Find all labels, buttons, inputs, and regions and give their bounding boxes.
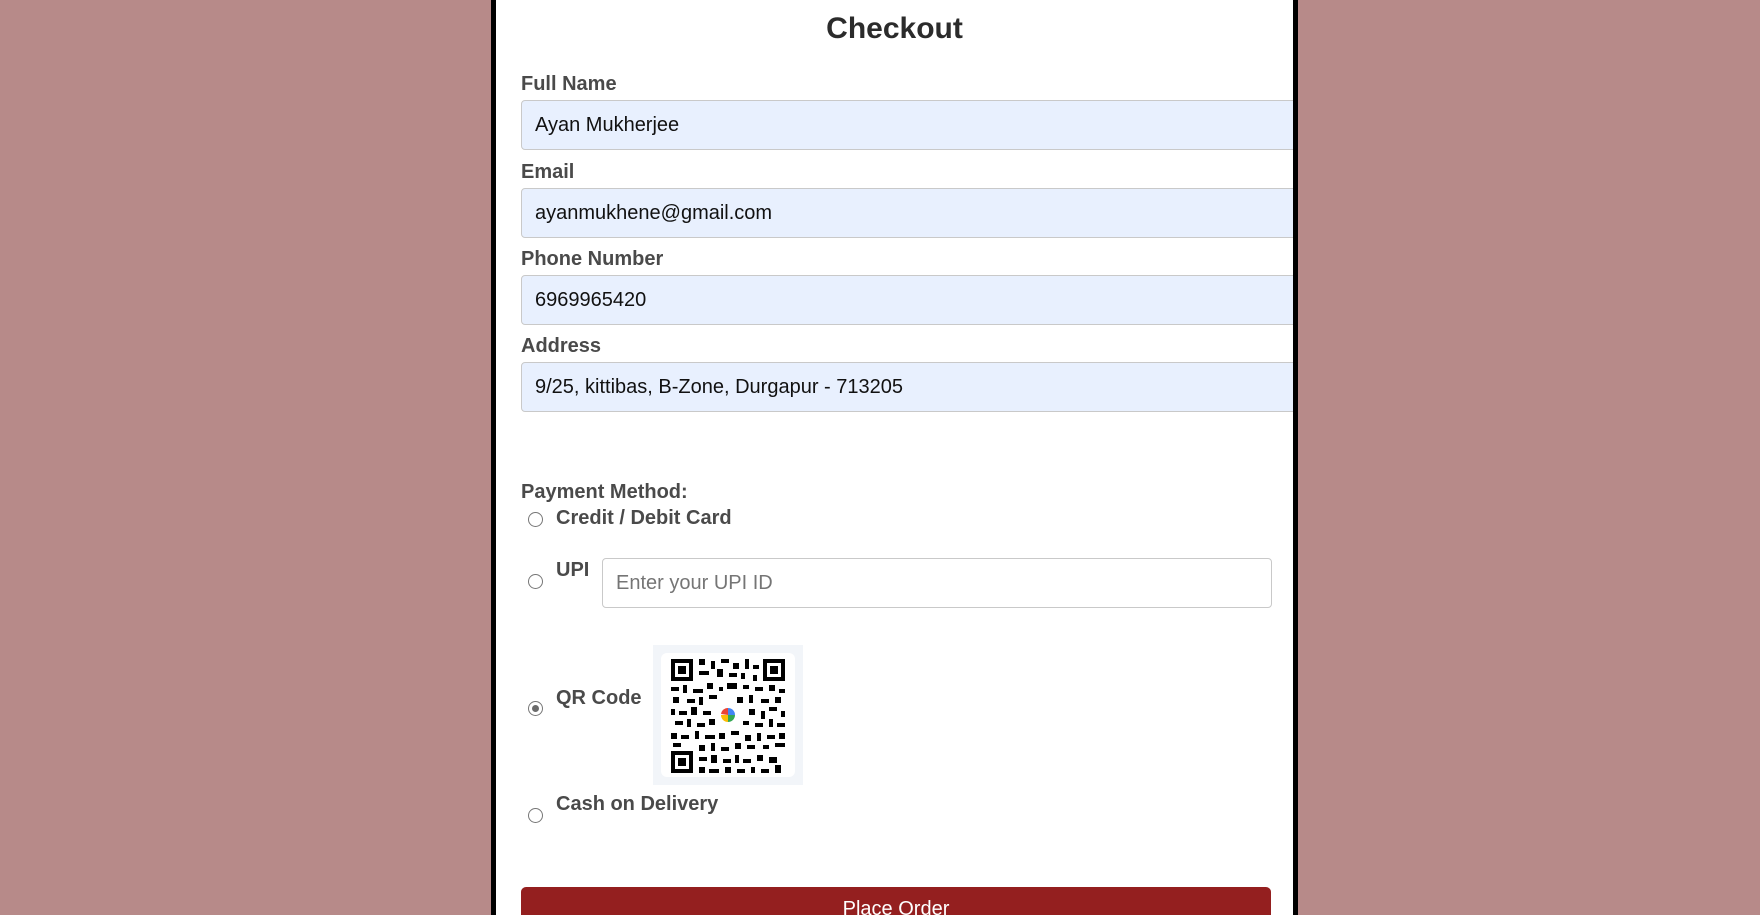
full-name-label: Full Name [521,73,617,95]
radio-upi[interactable] [528,574,543,589]
qr-code-icon [669,657,787,775]
full-name-input[interactable] [521,100,1293,150]
email-input[interactable] [521,188,1293,238]
upi-label[interactable]: UPI [556,559,589,582]
email-label: Email [521,161,575,183]
checkout-card: Checkout Full Name Email Phone Number Ad… [491,0,1298,915]
phone-label: Phone Number [521,248,664,270]
credit-debit-card-label[interactable]: Credit / Debit Card [556,507,732,530]
page-background: Checkout Full Name Email Phone Number Ad… [0,0,1760,915]
place-order-button[interactable]: Place Order [521,887,1271,915]
phone-input[interactable] [521,275,1293,325]
radio-credit-debit-card[interactable] [528,512,543,527]
upi-id-input[interactable] [602,558,1272,608]
radio-qr-code[interactable] [528,701,543,716]
address-input[interactable] [521,362,1293,412]
qr-code-label[interactable]: QR Code [556,687,642,710]
page-title: Checkout [826,12,963,45]
qr-code-image-frame [653,645,803,785]
cash-on-delivery-label[interactable]: Cash on Delivery [556,793,718,816]
radio-cash-on-delivery[interactable] [528,808,543,823]
payment-method-heading: Payment Method: [521,481,688,503]
address-label: Address [521,335,602,357]
